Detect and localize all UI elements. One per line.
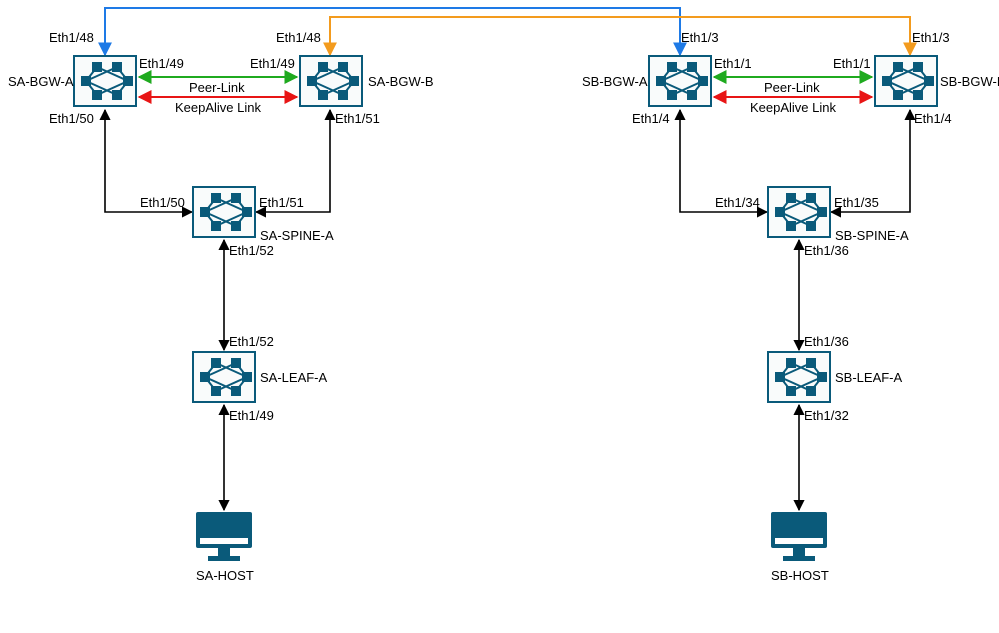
- port-sb-bgw-a-right: Eth1/1: [714, 56, 752, 71]
- device-sb-bgw-a: [648, 55, 712, 107]
- port-sa-bgw-a-right: Eth1/49: [139, 56, 184, 71]
- keepalive-label-right: KeepAlive Link: [750, 100, 836, 115]
- device-sa-leaf-a: [192, 351, 256, 403]
- port-sb-bgw-b-bot: Eth1/4: [914, 111, 952, 126]
- port-sa-bgw-b-top: Eth1/48: [276, 30, 321, 45]
- switch-icon: [769, 187, 829, 237]
- port-sa-spine-bot: Eth1/52: [229, 243, 274, 258]
- label-sb-bgw-a: SB-BGW-A: [582, 74, 648, 89]
- peer-link-label-left: Peer-Link: [189, 80, 245, 95]
- device-sa-bgw-a: [73, 55, 137, 107]
- port-sb-spine-bot: Eth1/36: [804, 243, 849, 258]
- port-sb-spine-left: Eth1/34: [715, 195, 760, 210]
- monitor-icon: [196, 512, 252, 562]
- device-sa-spine-a: [192, 186, 256, 238]
- port-sa-bgw-a-bot: Eth1/50: [49, 111, 94, 126]
- device-sb-spine-a: [767, 186, 831, 238]
- port-sa-leaf-bot: Eth1/49: [229, 408, 274, 423]
- switch-icon: [194, 352, 254, 402]
- port-sa-spine-right: Eth1/51: [259, 195, 304, 210]
- label-sa-bgw-b: SA-BGW-B: [368, 74, 434, 89]
- switch-icon: [194, 187, 254, 237]
- switch-icon: [75, 56, 135, 106]
- port-sa-bgw-b-left: Eth1/49: [250, 56, 295, 71]
- port-sa-bgw-a-top: Eth1/48: [49, 30, 94, 45]
- port-sb-bgw-b-left: Eth1/1: [833, 56, 871, 71]
- switch-icon: [769, 352, 829, 402]
- label-sa-leaf-a: SA-LEAF-A: [260, 370, 327, 385]
- port-sb-bgw-b-top: Eth1/3: [912, 30, 950, 45]
- label-sa-host: SA-HOST: [196, 568, 254, 583]
- port-sa-spine-left: Eth1/50: [140, 195, 185, 210]
- device-sb-leaf-a: [767, 351, 831, 403]
- label-sa-bgw-a: SA-BGW-A: [8, 74, 74, 89]
- label-sb-leaf-a: SB-LEAF-A: [835, 370, 902, 385]
- label-sa-spine-a: SA-SPINE-A: [260, 228, 334, 243]
- port-sb-bgw-a-top: Eth1/3: [681, 30, 719, 45]
- diagram-canvas: [0, 0, 999, 633]
- label-sb-spine-a: SB-SPINE-A: [835, 228, 909, 243]
- switch-icon: [876, 56, 936, 106]
- switch-icon: [650, 56, 710, 106]
- port-sb-leaf-bot: Eth1/32: [804, 408, 849, 423]
- device-sa-bgw-b: [299, 55, 363, 107]
- monitor-icon: [771, 512, 827, 562]
- port-sb-leaf-top: Eth1/36: [804, 334, 849, 349]
- link-dci-blue: [105, 8, 680, 55]
- device-sb-host: [771, 512, 827, 565]
- switch-icon: [301, 56, 361, 106]
- port-sb-bgw-a-bot: Eth1/4: [632, 111, 670, 126]
- device-sb-bgw-b: [874, 55, 938, 107]
- keepalive-label-left: KeepAlive Link: [175, 100, 261, 115]
- port-sa-bgw-b-bot: Eth1/51: [335, 111, 380, 126]
- label-sb-host: SB-HOST: [771, 568, 829, 583]
- port-sb-spine-right: Eth1/35: [834, 195, 879, 210]
- peer-link-label-right: Peer-Link: [764, 80, 820, 95]
- port-sa-leaf-top: Eth1/52: [229, 334, 274, 349]
- label-sb-bgw-b: SB-BGW-B: [940, 74, 999, 89]
- device-sa-host: [196, 512, 252, 565]
- link-dci-orange: [330, 17, 910, 55]
